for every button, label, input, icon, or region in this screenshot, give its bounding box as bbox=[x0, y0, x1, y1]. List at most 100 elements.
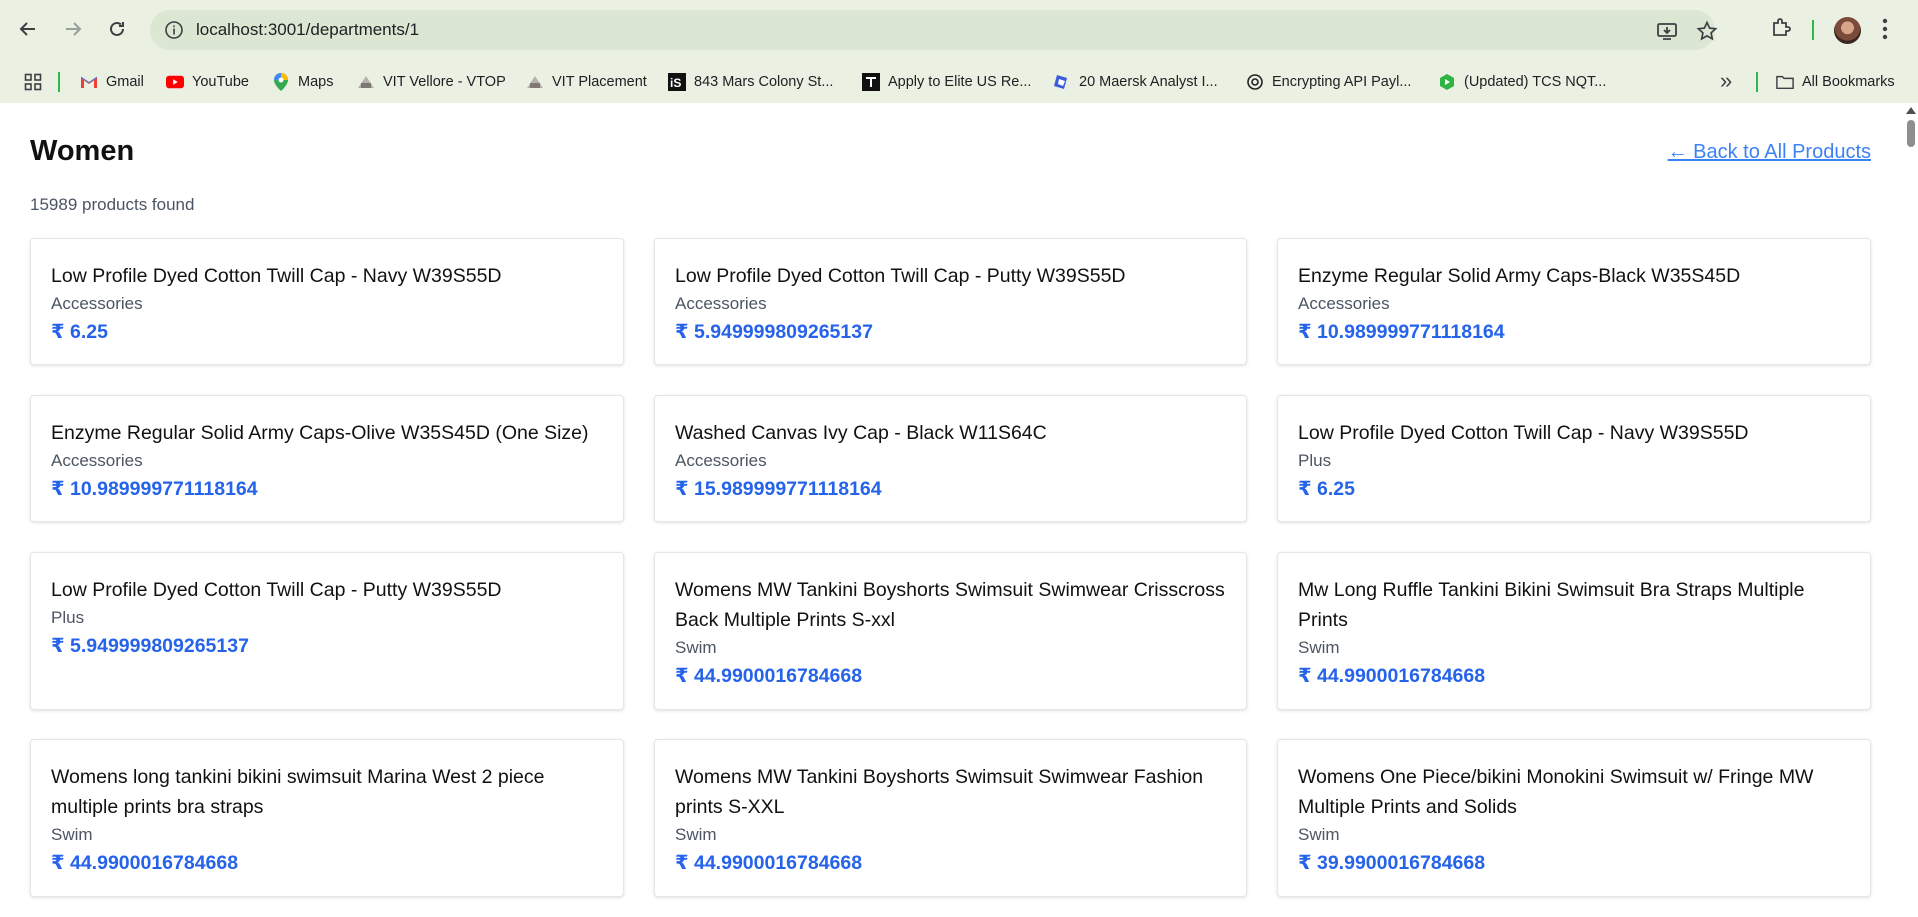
product-card[interactable]: Womens One Piece/bikini Monokini Swimsui… bbox=[1277, 739, 1871, 897]
product-category: Swim bbox=[51, 825, 93, 844]
product-card[interactable]: Washed Canvas Ivy Cap - Black W11S64C Ac… bbox=[654, 395, 1247, 522]
openai-icon bbox=[1246, 73, 1264, 91]
vit-icon bbox=[526, 73, 544, 91]
product-category: Swim bbox=[1298, 638, 1340, 657]
product-price: ₹ 44.9900016784668 bbox=[675, 852, 863, 874]
scroll-up-arrow-icon[interactable] bbox=[1906, 107, 1916, 114]
product-count: 15989 products found bbox=[30, 195, 195, 214]
product-category: Accessories bbox=[1298, 294, 1390, 313]
product-card[interactable]: Womens MW Tankini Boyshorts Swimsuit Swi… bbox=[654, 552, 1247, 710]
product-price: ₹ 44.9900016784668 bbox=[1298, 665, 1486, 687]
product-price: ₹ 44.9900016784668 bbox=[51, 852, 239, 874]
browser-toolbar: localhost:3001/departments/1 bbox=[0, 0, 1918, 60]
bookmark-tcs-nqt[interactable]: (Updated) TCS NQT... bbox=[1438, 72, 1606, 92]
toolbar-divider bbox=[1812, 20, 1814, 40]
maersk-icon bbox=[1053, 73, 1071, 91]
product-name: Low Profile Dyed Cotton Twill Cap - Navy… bbox=[1298, 422, 1749, 444]
bookmark-vit-placement[interactable]: VIT Placement bbox=[526, 72, 647, 92]
bookmark-star-icon[interactable] bbox=[1696, 20, 1718, 42]
product-category: Accessories bbox=[675, 294, 767, 313]
back-button[interactable] bbox=[13, 14, 43, 44]
product-price: ₹ 10.989999771118164 bbox=[1298, 321, 1505, 343]
product-price: ₹ 5.949999809265137 bbox=[51, 635, 249, 657]
product-category: Accessories bbox=[675, 451, 767, 470]
menu-kebab-icon[interactable] bbox=[1882, 17, 1888, 41]
bookmark-vit-vtop[interactable]: VIT Vellore - VTOP bbox=[357, 72, 506, 92]
bookmarks-divider bbox=[1756, 72, 1758, 92]
bookmark-maersk[interactable]: 20 Maersk Analyst I... bbox=[1053, 72, 1218, 92]
product-name: Womens MW Tankini Boyshorts Swimsuit Swi… bbox=[675, 766, 1204, 818]
bookmark-gmail[interactable]: Gmail bbox=[80, 72, 144, 92]
bookmarks-overflow-button[interactable]: » bbox=[1720, 68, 1732, 94]
bookmark-youtube[interactable]: YouTube bbox=[166, 72, 249, 92]
product-price: ₹ 39.9900016784668 bbox=[1298, 852, 1486, 874]
maps-icon bbox=[272, 73, 290, 91]
product-card[interactable]: Womens MW Tankini Boyshorts Swimsuit Swi… bbox=[654, 739, 1247, 897]
page-content: Women ← Back to All Products 15989 produ… bbox=[0, 103, 1918, 917]
product-name: Low Profile Dyed Cotton Twill Cap - Navy… bbox=[51, 265, 502, 287]
reload-button[interactable] bbox=[102, 14, 132, 44]
product-category: Accessories bbox=[51, 294, 143, 313]
product-name: Low Profile Dyed Cotton Twill Cap - Putt… bbox=[51, 579, 502, 601]
product-name: Enzyme Regular Solid Army Caps-Olive W35… bbox=[51, 422, 589, 444]
product-price: ₹ 6.25 bbox=[1298, 478, 1355, 500]
scrollbar-thumb[interactable] bbox=[1907, 120, 1915, 147]
product-category: Plus bbox=[1298, 451, 1332, 470]
back-to-all-products-link[interactable]: ← Back to All Products bbox=[1668, 141, 1871, 164]
tcs-icon bbox=[1438, 73, 1456, 91]
all-bookmarks-folder[interactable]: All Bookmarks bbox=[1776, 72, 1895, 92]
product-price: ₹ 10.989999771118164 bbox=[51, 478, 258, 500]
is-icon: iS bbox=[668, 73, 686, 91]
page-scrollbar[interactable] bbox=[1904, 103, 1918, 917]
install-app-icon[interactable] bbox=[1656, 20, 1678, 42]
apps-grid-icon[interactable] bbox=[24, 73, 42, 91]
product-price: ₹ 44.9900016784668 bbox=[675, 665, 863, 687]
product-card[interactable]: Enzyme Regular Solid Army Caps-Olive W35… bbox=[30, 395, 624, 522]
product-category: Swim bbox=[675, 638, 717, 657]
bookmarks-apps-divider bbox=[58, 72, 60, 92]
product-name: Low Profile Dyed Cotton Twill Cap - Putt… bbox=[675, 265, 1126, 287]
product-card[interactable]: Mw Long Ruffle Tankini Bikini Swimsuit B… bbox=[1277, 552, 1871, 710]
product-card[interactable]: Low Profile Dyed Cotton Twill Cap - Navy… bbox=[1277, 395, 1871, 522]
extensions-icon[interactable] bbox=[1769, 16, 1793, 40]
bookmark-maps[interactable]: Maps bbox=[272, 72, 333, 92]
product-price: ₹ 15.989999771118164 bbox=[675, 478, 882, 500]
page-title: Women bbox=[30, 135, 135, 167]
product-category: Accessories bbox=[51, 451, 143, 470]
product-card[interactable]: Low Profile Dyed Cotton Twill Cap - Putt… bbox=[30, 552, 624, 710]
product-name: Mw Long Ruffle Tankini Bikini Swimsuit B… bbox=[1298, 579, 1805, 631]
address-bar[interactable]: localhost:3001/departments/1 bbox=[150, 10, 1718, 50]
arrow-left-icon bbox=[19, 22, 35, 36]
bookmark-encrypting-api[interactable]: Encrypting API Payl... bbox=[1246, 72, 1411, 92]
product-price: ₹ 5.949999809265137 bbox=[675, 321, 873, 343]
youtube-icon bbox=[166, 73, 184, 91]
apply-icon bbox=[862, 73, 880, 91]
product-category: Swim bbox=[1298, 825, 1340, 844]
product-name: Womens MW Tankini Boyshorts Swimsuit Swi… bbox=[675, 579, 1225, 631]
product-card[interactable]: Enzyme Regular Solid Army Caps-Black W35… bbox=[1277, 238, 1871, 365]
product-category: Swim bbox=[675, 825, 717, 844]
bookmarks-bar: Gmail YouTube Maps VIT Vellore - VTOP VI… bbox=[0, 60, 1918, 103]
folder-icon bbox=[1776, 73, 1794, 91]
product-price: ₹ 6.25 bbox=[51, 321, 108, 343]
site-info-icon[interactable] bbox=[164, 20, 184, 40]
forward-button[interactable] bbox=[58, 14, 88, 44]
product-name: Washed Canvas Ivy Cap - Black W11S64C bbox=[675, 422, 1047, 444]
gmail-icon bbox=[80, 73, 98, 91]
bookmark-elite-us[interactable]: Apply to Elite US Re... bbox=[862, 72, 1031, 92]
svg-text:iS: iS bbox=[670, 76, 681, 90]
browser-chrome: localhost:3001/departments/1 Gmail YouTu… bbox=[0, 0, 1918, 103]
reload-icon bbox=[110, 21, 124, 36]
product-category: Plus bbox=[51, 608, 85, 627]
product-name: Womens long tankini bikini swimsuit Mari… bbox=[51, 766, 545, 818]
product-card[interactable]: Low Profile Dyed Cotton Twill Cap - Putt… bbox=[654, 238, 1247, 365]
bookmark-mars-colony[interactable]: iS 843 Mars Colony St... bbox=[668, 72, 833, 92]
product-card[interactable]: Low Profile Dyed Cotton Twill Cap - Navy… bbox=[30, 238, 624, 365]
product-card[interactable]: Womens long tankini bikini swimsuit Mari… bbox=[30, 739, 624, 897]
product-name: Enzyme Regular Solid Army Caps-Black W35… bbox=[1298, 265, 1741, 287]
product-name: Womens One Piece/bikini Monokini Swimsui… bbox=[1298, 766, 1814, 818]
profile-avatar[interactable] bbox=[1834, 17, 1861, 44]
vit-icon bbox=[357, 73, 375, 91]
url-text[interactable]: localhost:3001/departments/1 bbox=[196, 20, 419, 40]
arrow-right-icon bbox=[66, 22, 82, 36]
